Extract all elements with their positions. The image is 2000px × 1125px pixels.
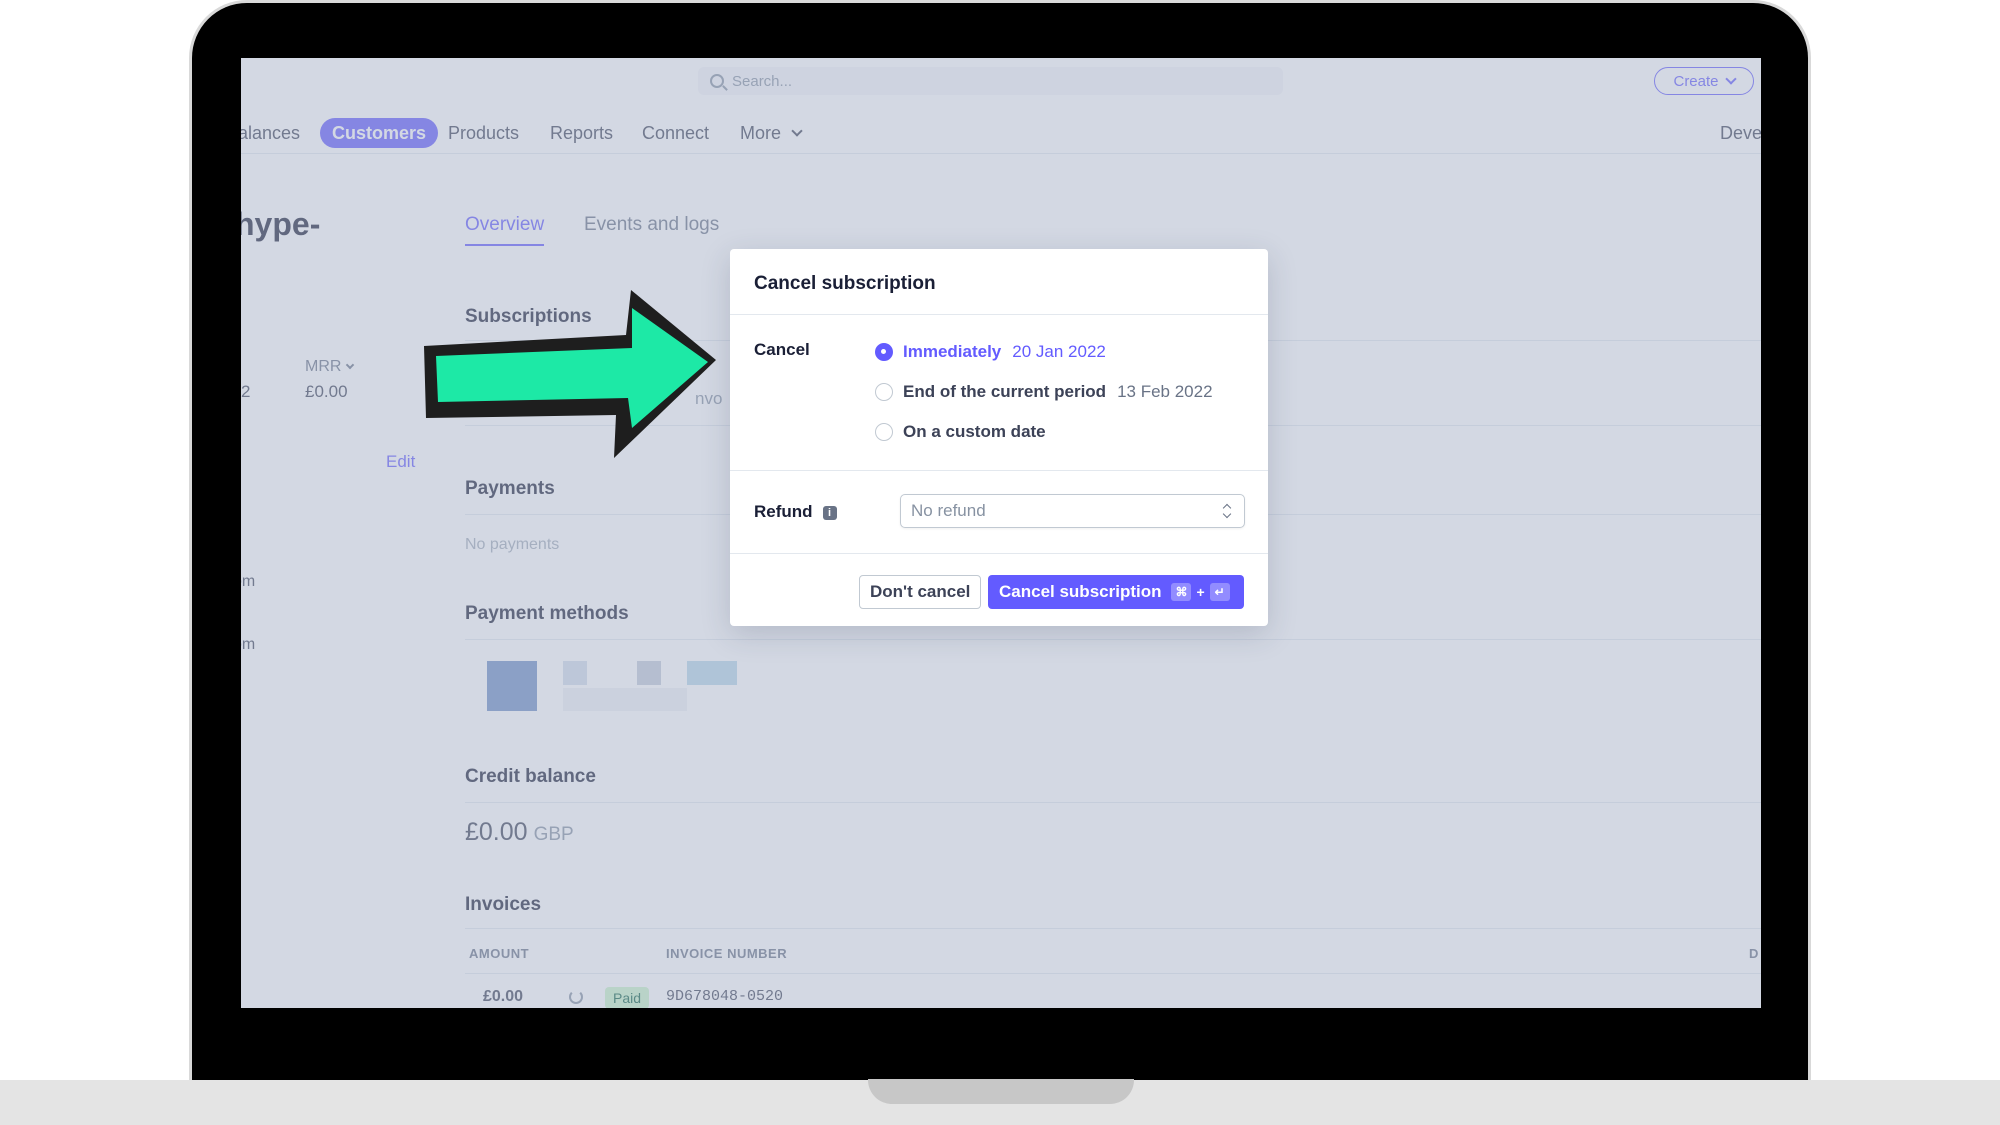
shortcut-plus: +: [1196, 584, 1205, 600]
select-updown-icon: [1222, 503, 1232, 519]
divider: [730, 470, 1268, 471]
screenshot-stage: Search... Create alances Customers Produ…: [0, 0, 2000, 1125]
confirm-button-label: Cancel subscription: [999, 582, 1162, 601]
dont-cancel-button[interactable]: Don't cancel: [859, 575, 982, 609]
annotation-arrow-icon: [424, 290, 716, 458]
dialog-title: Cancel subscription: [754, 273, 936, 294]
refund-select[interactable]: No refund: [900, 494, 1245, 528]
refund-label-text: Refund: [754, 502, 813, 521]
radio-unchecked-icon: [875, 383, 893, 401]
radio-unchecked-icon: [875, 423, 893, 441]
command-key-icon: ⌘: [1171, 583, 1192, 601]
option-immediately[interactable]: Immediately 20 Jan 2022: [875, 342, 1106, 362]
option-end-of-period[interactable]: End of the current period 13 Feb 2022: [875, 382, 1213, 402]
divider: [730, 314, 1268, 315]
confirm-cancel-subscription-button[interactable]: Cancel subscription ⌘ + ↵: [988, 575, 1244, 609]
option-label: On a custom date: [903, 422, 1046, 441]
cancel-timing-label: Cancel: [754, 340, 810, 359]
info-icon[interactable]: i: [822, 505, 837, 520]
radio-checked-icon: [875, 343, 893, 361]
enter-key-icon: ↵: [1209, 583, 1230, 601]
refund-label: Refund i: [754, 502, 837, 522]
refund-select-value: No refund: [911, 501, 986, 520]
laptop-screen: Search... Create alances Customers Produ…: [241, 58, 1761, 1008]
cancel-subscription-dialog: Cancel subscription Cancel Immediately 2…: [730, 249, 1268, 626]
option-date: 20 Jan 2022: [1012, 342, 1106, 361]
option-custom-date[interactable]: On a custom date: [875, 422, 1046, 442]
option-label: End of the current period: [903, 382, 1107, 401]
divider: [730, 553, 1268, 554]
option-date: 13 Feb 2022: [1117, 382, 1213, 401]
option-label: Immediately: [903, 342, 1002, 361]
laptop-notch: [868, 1079, 1134, 1104]
